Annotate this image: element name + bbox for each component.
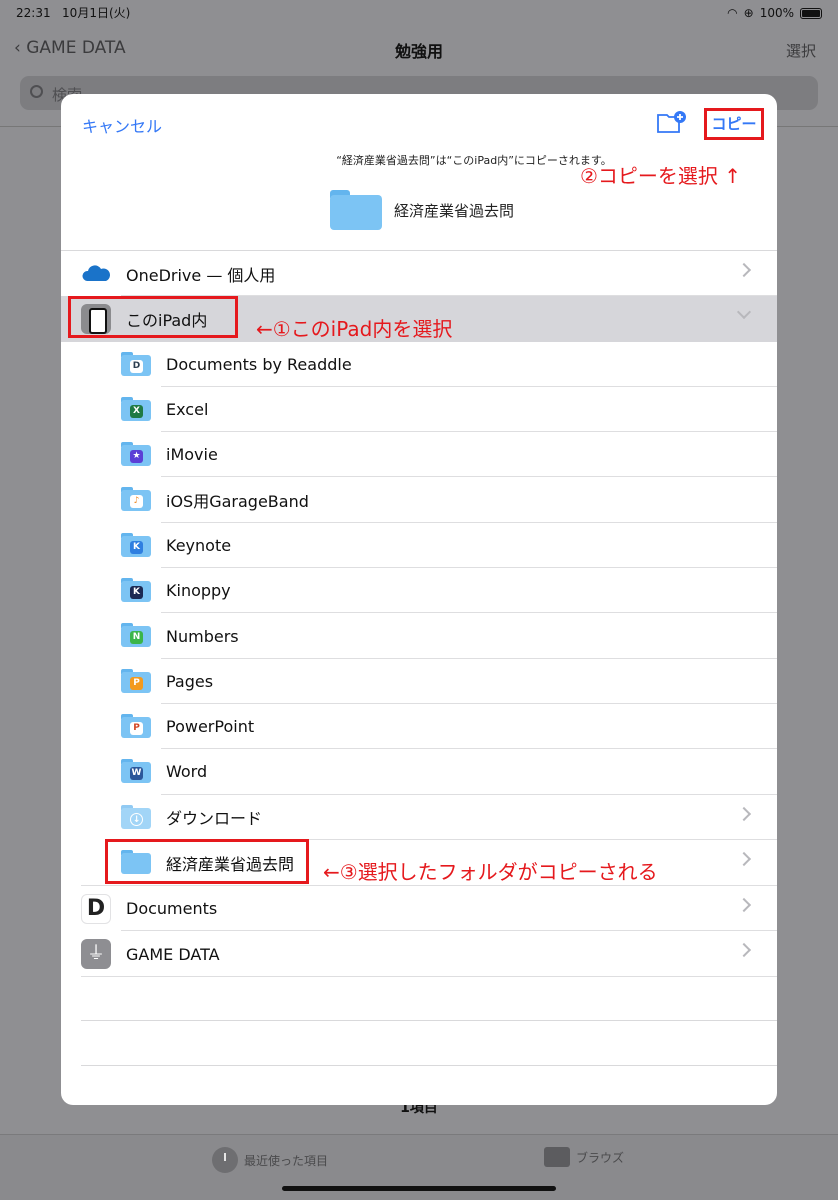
cancel-button[interactable]: キャンセル xyxy=(82,113,162,137)
source-folder-name: 経済産業省過去問 xyxy=(393,201,514,220)
folder-icon: ♪ xyxy=(121,487,151,512)
chevron-down-icon xyxy=(736,305,752,320)
folder-powerpoint[interactable]: P PowerPoint xyxy=(61,704,777,750)
annotation-step3: ←③選択したフォルダがコピーされる xyxy=(323,860,658,884)
chevron-right-icon xyxy=(736,851,752,866)
search-icon xyxy=(30,85,43,98)
folder-icon: P xyxy=(121,668,151,693)
location-game-data[interactable]: ⏚ GAME DATA xyxy=(61,931,777,977)
select-button[interactable]: 選択 xyxy=(786,40,816,61)
folder-label: iOS用GarageBand xyxy=(166,492,309,512)
folder-icon: ↓ xyxy=(121,804,151,829)
location-label: Documents xyxy=(126,899,218,919)
nav-bar: ‹ GAME DATA 勉強用 選択 xyxy=(0,38,838,62)
status-date: 10月1日(火) xyxy=(62,6,131,20)
folder-documents-by-readdle[interactable]: D Documents by Readdle xyxy=(61,342,777,387)
folder-numbers[interactable]: N Numbers xyxy=(61,613,777,659)
folder-icon: X xyxy=(121,396,151,421)
divider xyxy=(81,1065,777,1066)
folder-downloads[interactable]: ↓ ダウンロード xyxy=(61,795,777,840)
folder-label: Excel xyxy=(166,400,209,420)
folder-icon: D xyxy=(121,351,151,376)
source-folder: 経済産業省過去問 xyxy=(61,190,777,230)
folder-label: Keynote xyxy=(166,535,232,555)
highlight-box xyxy=(105,839,309,884)
location-documents[interactable]: D Documents xyxy=(61,886,777,932)
folder-label: ダウンロード xyxy=(166,809,263,829)
tab-browse-label: ブラウズ xyxy=(576,1150,625,1165)
annotation-step2: ②コピーを選択 ↑ xyxy=(580,164,742,188)
folder-icon: W xyxy=(121,759,151,784)
chevron-right-icon xyxy=(736,898,752,913)
folder-label: Pages xyxy=(166,671,214,691)
folder-label: iMovie xyxy=(166,445,218,465)
folder-icon: P xyxy=(121,713,151,738)
folder-icon xyxy=(544,1147,570,1167)
folder-kinoppy[interactable]: K Kinoppy xyxy=(61,568,777,614)
folder-icon: K xyxy=(121,578,151,603)
folder-garageband[interactable]: ♪ iOS用GarageBand xyxy=(61,477,777,523)
battery-percent: 100% xyxy=(759,6,794,20)
chevron-right-icon xyxy=(736,262,752,278)
folder-label: Documents by Readdle xyxy=(166,354,352,374)
wifi-icon: ◠ xyxy=(727,6,738,20)
folder-label: Kinoppy xyxy=(166,581,231,601)
folder-icon: N xyxy=(121,623,151,648)
copy-dialog: キャンセル コピー “経済産業省過去問”は“このiPad内”にコピーされます。 … xyxy=(61,94,777,1105)
folder-excel[interactable]: X Excel xyxy=(61,387,777,433)
chevron-right-icon xyxy=(736,943,752,958)
new-folder-icon[interactable] xyxy=(657,110,687,134)
status-time: 22:31 xyxy=(16,6,51,20)
folder-word[interactable]: W Word xyxy=(61,749,777,795)
onedrive-icon xyxy=(82,265,110,281)
tab-browse[interactable]: ブラウズ xyxy=(544,1147,624,1167)
folder-icon: ★ xyxy=(121,442,151,467)
location-label: GAME DATA xyxy=(126,944,220,964)
folder-imovie[interactable]: ★ iMovie xyxy=(61,432,777,478)
folder-icon: K xyxy=(121,532,151,557)
folder-keynote[interactable]: K Keynote xyxy=(61,523,777,569)
folder-label: PowerPoint xyxy=(166,717,255,737)
page-title: 勉強用 xyxy=(394,42,443,61)
folder-pages[interactable]: P Pages xyxy=(61,659,777,704)
home-indicator[interactable] xyxy=(282,1186,556,1191)
tab-recent[interactable]: 最近使った項目 xyxy=(212,1147,328,1173)
annotation-step1: ←①このiPad内を選択 xyxy=(256,317,453,341)
copy-button[interactable]: コピー xyxy=(704,108,764,140)
status-bar: 22:31 10月1日(火) ◠ ⊕ 100% xyxy=(16,4,822,22)
chevron-right-icon xyxy=(736,806,752,821)
folder-label: Word xyxy=(166,762,208,782)
location-onedrive[interactable]: OneDrive — 個人用 xyxy=(61,251,777,297)
folder-icon xyxy=(329,190,382,230)
location-label: OneDrive — 個人用 xyxy=(126,265,276,285)
divider xyxy=(81,1020,777,1021)
orientation-lock-icon: ⊕ xyxy=(743,6,754,20)
battery-icon xyxy=(800,7,822,19)
highlight-box xyxy=(68,296,238,338)
clock-icon xyxy=(212,1147,238,1173)
documents-app-icon: D xyxy=(81,894,111,925)
folder-label: Numbers xyxy=(166,626,239,646)
tab-recent-label: 最近使った項目 xyxy=(244,1153,329,1168)
usb-icon: ⏚ xyxy=(81,939,111,970)
